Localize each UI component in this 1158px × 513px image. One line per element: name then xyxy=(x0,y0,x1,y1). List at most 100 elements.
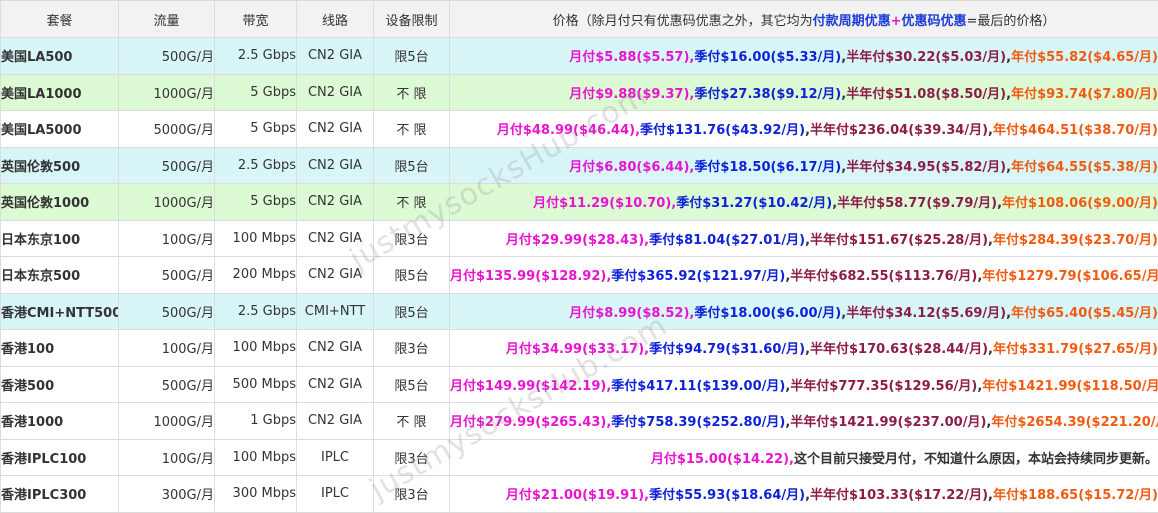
price-quarterly: 季付$94.79($31.60/月) xyxy=(649,342,805,357)
plan-name: 日本东京100 xyxy=(1,220,119,257)
price-half-year: 半年付$170.63($28.44/月) xyxy=(810,342,988,357)
header-price-suffix: =最后的价格） xyxy=(967,14,1056,29)
header-traffic: 流量 xyxy=(119,1,215,38)
plan-route: CN2 GIA xyxy=(297,111,374,148)
price-monthly-discounted: $33.17 xyxy=(588,342,638,357)
plan-bandwidth: 2.5 Gbps xyxy=(215,147,297,184)
price-half-year: 半年付$1421.99($237.00/月) xyxy=(790,415,986,430)
header-bandwidth: 带宽 xyxy=(215,1,297,38)
plan-device-limit: 不 限 xyxy=(374,111,450,148)
price-quarterly: 季付$758.39($252.80/月) xyxy=(611,415,785,430)
plan-price: 月付$34.99($33.17),季付$94.79($31.60/月),半年付$… xyxy=(450,330,1158,367)
price-half-year: 半年付$103.33($17.22/月) xyxy=(810,488,988,503)
plan-device-limit: 限5台 xyxy=(374,293,450,330)
price-monthly-end: ), xyxy=(600,379,611,394)
price-half-year: 半年付$151.67($25.28/月) xyxy=(810,233,988,248)
price-monthly: 月付$11.29( xyxy=(533,196,615,211)
price-quarterly: 季付$18.00($6.00/月) xyxy=(694,306,841,321)
header-price-prefix: 价格（除月付只有优惠码优惠之外，其它均为 xyxy=(553,14,813,29)
price-monthly-end: ), xyxy=(638,488,649,503)
plan-traffic: 500G/月 xyxy=(119,366,215,403)
plan-bandwidth: 200 Mbps xyxy=(215,257,297,294)
price-monthly: 月付$5.88( xyxy=(569,50,642,65)
price-quarterly: 季付$18.50($6.17/月) xyxy=(694,160,841,175)
table-row: 香港1000 1000G/月 1 Gbps CN2 GIA 不 限 月付$279… xyxy=(1,403,1158,440)
plan-device-limit: 限3台 xyxy=(374,330,450,367)
plan-name: 英国伦敦500 xyxy=(1,147,119,184)
price-monthly: 月付$21.00( xyxy=(506,488,588,503)
price-note: 这个目前只接受月付，不知道什么原因，本站会持续同步更新。 xyxy=(794,452,1158,467)
price-quarterly: 季付$131.76($43.92/月) xyxy=(640,123,805,138)
price-monthly-end: ), xyxy=(683,50,694,65)
plan-price: 月付$21.00($19.91),季付$55.93($18.64/月),半年付$… xyxy=(450,476,1158,513)
plan-traffic: 500G/月 xyxy=(119,147,215,184)
price-monthly-discounted: $46.44 xyxy=(579,123,629,138)
plan-route: IPLC xyxy=(297,439,374,476)
plan-bandwidth: 100 Mbps xyxy=(215,330,297,367)
table-row: 日本东京100 100G/月 100 Mbps CN2 GIA 限3台 月付$2… xyxy=(1,220,1158,257)
plan-traffic: 1000G/月 xyxy=(119,74,215,111)
table-row: 香港500 500G/月 500 Mbps CN2 GIA 限5台 月付$149… xyxy=(1,366,1158,403)
table-row: 香港100 100G/月 100 Mbps CN2 GIA 限3台 月付$34.… xyxy=(1,330,1158,367)
plan-price: 月付$279.99($265.43),季付$758.39($252.80/月),… xyxy=(450,403,1158,440)
price-half-year: 半年付$236.04($39.34/月) xyxy=(810,123,988,138)
price-quarterly: 季付$365.92($121.97/月) xyxy=(611,269,785,284)
table-row: 香港CMI+NTT500 500G/月 2.5 Gbps CMI+NTT 限5台… xyxy=(1,293,1158,330)
price-monthly: 月付$29.99( xyxy=(506,233,588,248)
header-price-plus: + xyxy=(891,14,902,29)
plan-traffic: 100G/月 xyxy=(119,439,215,476)
price-monthly-discounted: $8.52 xyxy=(642,306,683,321)
plan-name: 美国LA1000 xyxy=(1,74,119,111)
plan-bandwidth: 1 Gbps xyxy=(215,403,297,440)
header-device-limit: 设备限制 xyxy=(374,1,450,38)
plan-name: 英国伦敦1000 xyxy=(1,184,119,221)
table-row: 香港IPLC100 100G/月 100 Mbps IPLC 限3台 月付$15… xyxy=(1,439,1158,476)
price-monthly-discounted: $14.22 xyxy=(733,452,783,467)
plan-traffic: 100G/月 xyxy=(119,330,215,367)
price-monthly-end: ), xyxy=(683,306,694,321)
price-half-year: 半年付$777.35($129.56/月) xyxy=(790,379,977,394)
price-monthly-discounted: $5.57 xyxy=(642,50,683,65)
price-quarterly: 季付$16.00($5.33/月) xyxy=(694,50,841,65)
plan-device-limit: 不 限 xyxy=(374,74,450,111)
price-monthly-discounted: $142.19 xyxy=(541,379,600,394)
plan-price: 月付$48.99($46.44),季付$131.76($43.92/月),半年付… xyxy=(450,111,1158,148)
price-monthly-discounted: $28.43 xyxy=(588,233,638,248)
plan-traffic: 5000G/月 xyxy=(119,111,215,148)
plan-device-limit: 限3台 xyxy=(374,439,450,476)
plan-price: 月付$135.99($128.92),季付$365.92($121.97/月),… xyxy=(450,257,1158,294)
plan-traffic: 1000G/月 xyxy=(119,403,215,440)
plan-traffic: 100G/月 xyxy=(119,220,215,257)
price-yearly: 年付$464.51($38.70/月) xyxy=(993,123,1158,138)
table-row: 日本东京500 500G/月 200 Mbps CN2 GIA 限5台 月付$1… xyxy=(1,257,1158,294)
price-yearly: 年付$108.06($9.00/月) xyxy=(1002,196,1158,211)
plan-route: CMI+NTT xyxy=(297,293,374,330)
price-half-year: 半年付$58.77($9.79/月) xyxy=(837,196,997,211)
price-monthly-end: ), xyxy=(683,87,694,102)
price-monthly: 月付$6.80( xyxy=(569,160,642,175)
price-yearly: 年付$284.39($23.70/月) xyxy=(993,233,1158,248)
plan-route: CN2 GIA xyxy=(297,38,374,75)
plan-traffic: 1000G/月 xyxy=(119,184,215,221)
plan-route: CN2 GIA xyxy=(297,220,374,257)
price-monthly-end: ), xyxy=(638,233,649,248)
plan-route: CN2 GIA xyxy=(297,403,374,440)
plan-device-limit: 不 限 xyxy=(374,403,450,440)
price-monthly-end: ), xyxy=(600,269,611,284)
plan-traffic: 500G/月 xyxy=(119,257,215,294)
price-monthly: 月付$279.99( xyxy=(450,415,541,430)
plan-bandwidth: 2.5 Gbps xyxy=(215,38,297,75)
plan-route: IPLC xyxy=(297,476,374,513)
header-price-code: 优惠码优惠 xyxy=(902,14,967,29)
plan-device-limit: 限5台 xyxy=(374,257,450,294)
price-monthly-end: ), xyxy=(665,196,676,211)
price-quarterly: 季付$31.27($10.42/月) xyxy=(676,196,832,211)
plan-price: 月付$11.29($10.70),季付$31.27($10.42/月),半年付$… xyxy=(450,184,1158,221)
price-monthly-end: ), xyxy=(600,415,611,430)
table-header-row: 套餐 流量 带宽 线路 设备限制 价格（除月付只有优惠码优惠之外，其它均为付款周… xyxy=(1,1,1158,38)
price-yearly: 年付$64.55($5.38/月) xyxy=(1011,160,1158,175)
plan-bandwidth: 5 Gbps xyxy=(215,74,297,111)
price-monthly-discounted: $265.43 xyxy=(541,415,600,430)
price-half-year: 半年付$34.12($5.69/月) xyxy=(846,306,1006,321)
price-yearly: 年付$55.82($4.65/月) xyxy=(1011,50,1158,65)
